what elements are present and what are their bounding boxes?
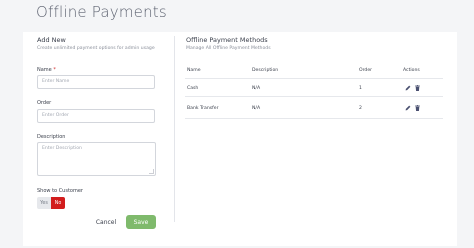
table-header-divider	[185, 78, 443, 79]
row-2-actions	[405, 105, 420, 111]
column-header-name: Name	[187, 68, 201, 73]
show-to-customer-label: Show to Customer	[37, 188, 83, 194]
row-1-description: N/A	[252, 86, 261, 91]
methods-subtitle: Manage All Offline Payment Methods	[186, 46, 271, 51]
methods-title: Offline Payment Methods	[186, 36, 268, 44]
description-placeholder: Enter Description	[42, 146, 82, 151]
required-asterisk: *	[53, 67, 56, 73]
description-textarea[interactable]: Enter Description	[37, 142, 156, 176]
show-to-customer-toggle: Yes No	[37, 197, 65, 209]
resize-handle-icon[interactable]	[149, 169, 154, 174]
description-label: Description	[37, 134, 66, 140]
row-1-name: Cash	[187, 86, 199, 91]
page-title: Offline Payments	[36, 3, 167, 21]
toggle-yes-option[interactable]: Yes	[37, 197, 51, 209]
order-label: Order	[37, 100, 52, 106]
row-1-divider	[185, 96, 443, 97]
name-input[interactable]: Enter Name	[37, 75, 155, 89]
row-2-divider	[185, 118, 443, 119]
row-1-order: 1	[359, 86, 362, 91]
pencil-icon[interactable]	[405, 85, 411, 91]
name-label-text: Name	[37, 67, 52, 73]
pencil-icon[interactable]	[405, 105, 411, 111]
column-header-order: Order	[359, 68, 373, 73]
section-divider	[174, 36, 175, 222]
column-header-actions: Actions	[403, 68, 420, 73]
column-header-description: Description	[252, 68, 279, 73]
row-2-order: 2	[359, 106, 362, 111]
add-new-title: Add New	[37, 36, 66, 44]
toggle-no-option[interactable]: No	[51, 197, 65, 209]
trash-icon[interactable]	[415, 85, 420, 91]
trash-icon[interactable]	[415, 105, 420, 111]
content-card	[23, 32, 457, 246]
row-2-name: Bank Transfer	[187, 106, 219, 111]
add-new-subtitle: Create unlimited payment options for adm…	[37, 46, 155, 51]
save-button[interactable]: Save	[126, 215, 156, 229]
row-1-actions	[405, 85, 420, 91]
cancel-button[interactable]: Cancel	[91, 216, 121, 229]
order-input[interactable]: Enter Order	[37, 109, 155, 123]
name-label: Name *	[37, 67, 56, 73]
row-2-description: N/A	[252, 106, 261, 111]
